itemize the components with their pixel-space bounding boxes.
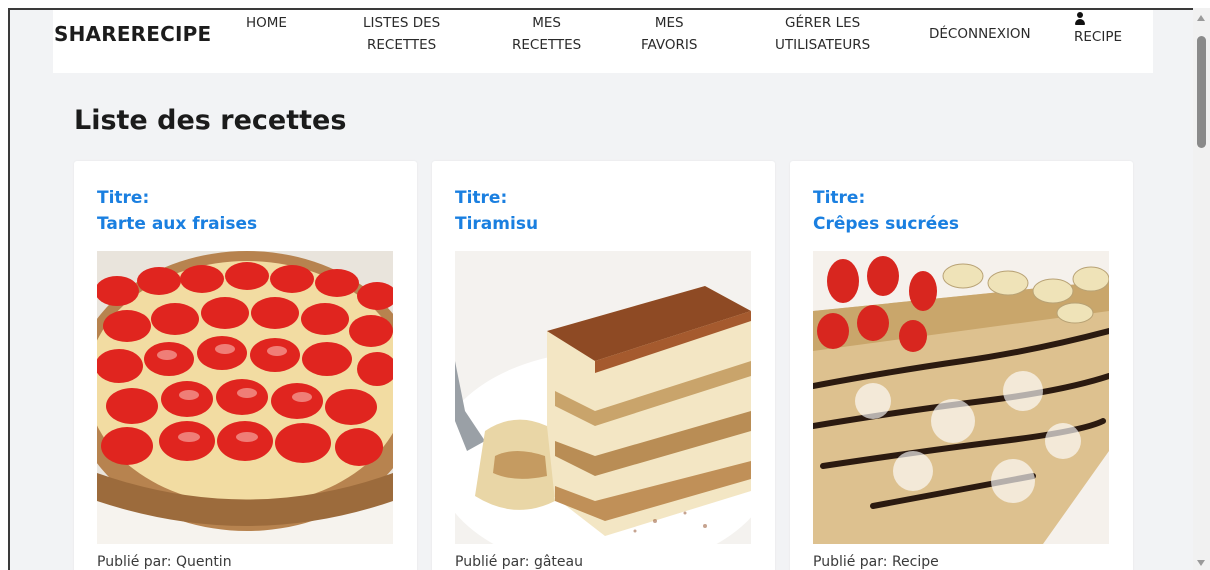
recipe-title-text: Tarte aux fraises (97, 214, 258, 234)
nav-profile[interactable]: RECIPE (1074, 10, 1122, 48)
recipe-image-crepes[interactable] (813, 251, 1109, 544)
recipe-card[interactable]: Titre: Tiramisu Publié par: gâteau (432, 161, 775, 570)
nav-logout[interactable]: DÉCONNEXION (929, 23, 1031, 45)
recipe-title-label: Titre: (455, 188, 508, 208)
brand-logo[interactable]: SHARERECIPE (54, 22, 211, 46)
page-viewport: SHARERECIPE HOME LISTES DES RECETTES MES… (8, 8, 1193, 570)
nav-favorites-label-2: FAVORIS (641, 37, 698, 53)
recipe-image-strawberry-tart[interactable] (97, 251, 393, 544)
vertical-scrollbar[interactable] (1193, 8, 1210, 570)
user-icon (1074, 12, 1086, 26)
nav-manage-users-label-2: UTILISATEURS (775, 37, 871, 53)
nav-my-recipes-label-1: MES (532, 15, 561, 31)
recipe-title-label: Titre: (813, 188, 866, 208)
recipe-title-label: Titre: (97, 188, 150, 208)
nav-home[interactable]: HOME (246, 12, 287, 34)
scroll-down-arrow-icon[interactable] (1197, 560, 1205, 566)
nav-my-recipes[interactable]: MES RECETTES (512, 12, 581, 56)
navbar: SHARERECIPE HOME LISTES DES RECETTES MES… (53, 10, 1153, 73)
nav-recipe-list-label-1: LISTES DES (363, 15, 441, 31)
nav-manage-users[interactable]: GÉRER LES UTILISATEURS (775, 12, 870, 56)
recipe-author: Publié par: Quentin (97, 554, 232, 570)
scroll-up-arrow-icon[interactable] (1197, 15, 1205, 21)
nav-recipe-list-label-2: RECETTES (366, 37, 437, 53)
nav-favorites-label-1: MES (654, 15, 684, 31)
nav-home-label: HOME (246, 15, 287, 31)
nav-recipe-list[interactable]: LISTES DES RECETTES (363, 12, 440, 56)
nav-logout-label: DÉCONNEXION (929, 26, 1031, 42)
scroll-thumb[interactable] (1197, 36, 1206, 148)
recipe-title-text: Tiramisu (455, 214, 539, 234)
recipe-author: Publié par: Recipe (813, 554, 939, 570)
recipe-card[interactable]: Titre: Tarte aux fraises Publié par: Que… (74, 161, 417, 570)
recipe-title-text: Crêpes sucrées (813, 214, 959, 234)
page-title: Liste des recettes (74, 105, 347, 136)
recipe-image-tiramisu[interactable] (455, 251, 751, 544)
nav-favorites[interactable]: MES FAVORIS (641, 12, 697, 56)
recipe-card[interactable]: Titre: Crêpes sucrées Publié par: Recipe (790, 161, 1133, 570)
nav-manage-users-label-1: GÉRER LES (785, 15, 861, 31)
recipe-title[interactable]: Titre: Tarte aux fraises (97, 185, 257, 237)
nav-my-recipes-label-2: RECETTES (512, 37, 582, 53)
recipe-title[interactable]: Titre: Crêpes sucrées (813, 185, 959, 237)
recipe-title[interactable]: Titre: Tiramisu (455, 185, 538, 237)
recipe-author: Publié par: gâteau (455, 554, 583, 570)
nav-profile-label: RECIPE (1074, 29, 1122, 45)
